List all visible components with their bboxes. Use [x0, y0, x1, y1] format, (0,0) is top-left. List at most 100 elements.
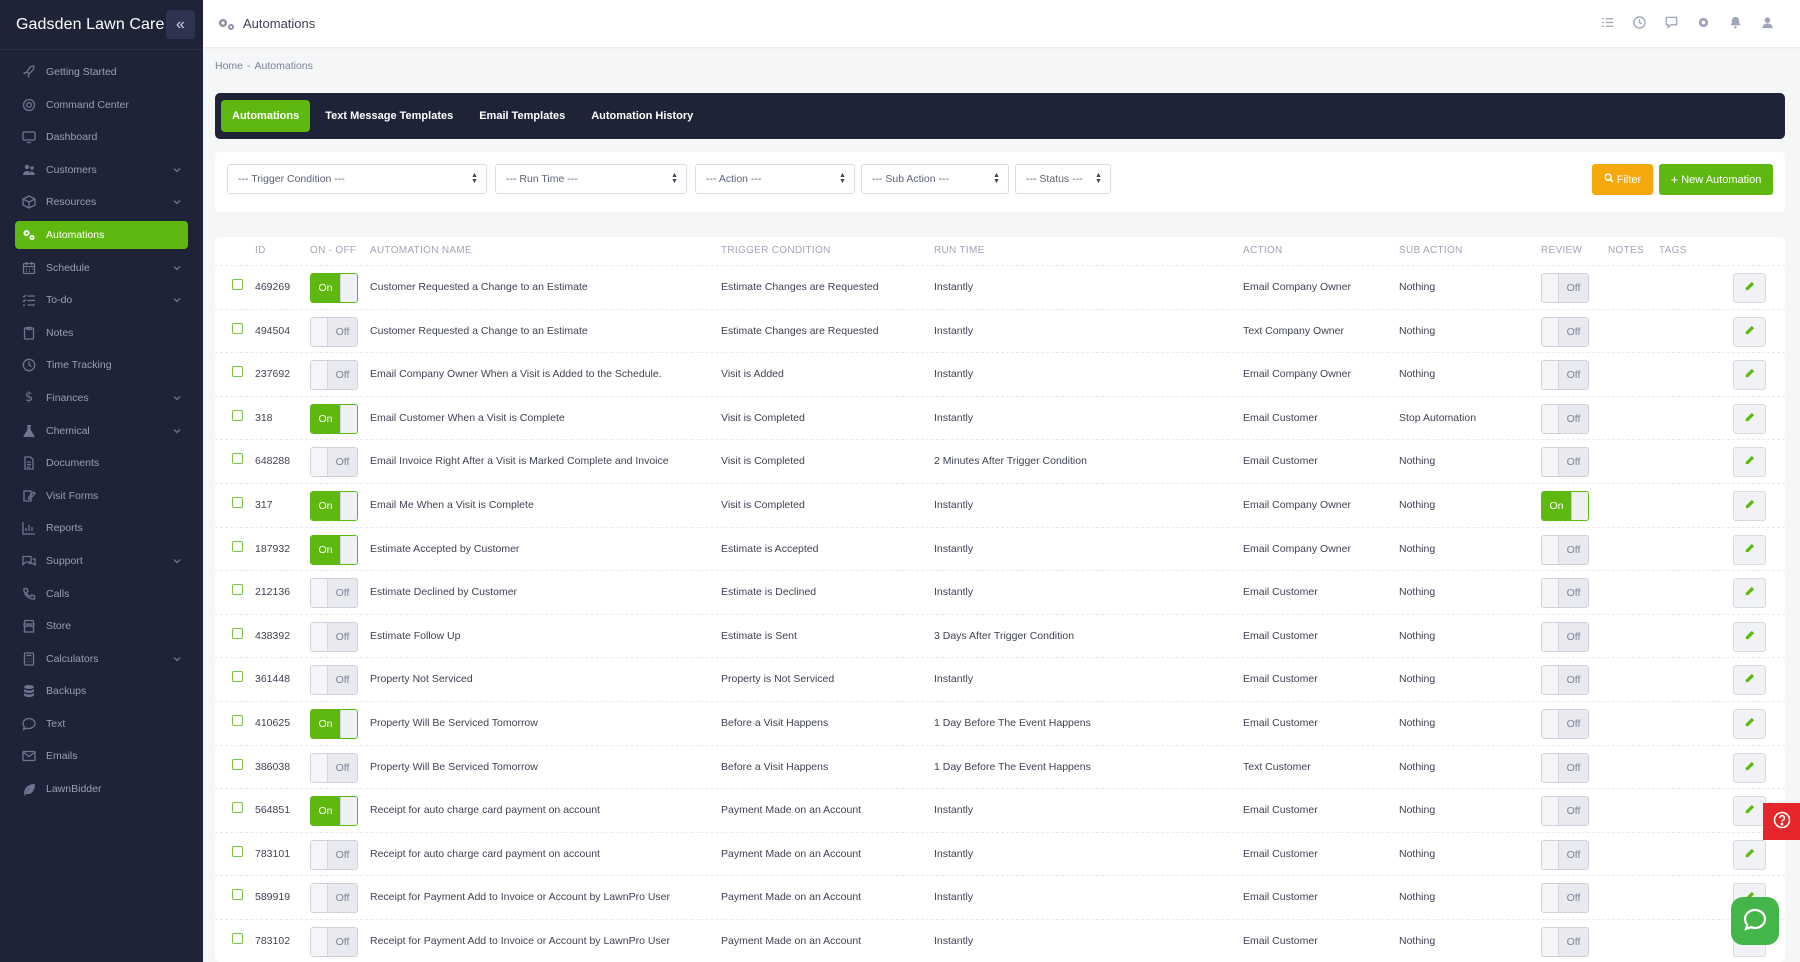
col-run-time[interactable]: RUN TIME — [934, 245, 985, 256]
sidebar-item-notes[interactable]: Notes — [15, 319, 188, 347]
on-off-toggle[interactable]: Off — [310, 665, 358, 696]
trigger-condition-select[interactable]: --- Trigger Condition --- ▲ ▼ — [227, 164, 487, 194]
sidebar-item-visit-forms[interactable]: Visit Forms — [15, 482, 188, 510]
tab-automation-history[interactable]: Automation History — [580, 100, 704, 132]
on-off-toggle[interactable]: Off — [310, 316, 358, 347]
edit-button[interactable] — [1733, 403, 1766, 434]
on-off-toggle[interactable]: Off — [310, 360, 358, 391]
col-automation-name[interactable]: AUTOMATION NAME — [370, 245, 472, 256]
review-toggle[interactable]: Off — [1541, 578, 1589, 609]
action-select[interactable]: --- Action --- ▲ ▼ — [695, 164, 855, 194]
sidebar-item-reports[interactable]: Reports — [15, 514, 188, 542]
sidebar-item-automations[interactable]: Automations — [15, 220, 188, 249]
on-off-toggle[interactable]: Off — [310, 883, 358, 914]
review-toggle[interactable]: Off — [1541, 665, 1589, 696]
row-checkbox[interactable] — [232, 409, 243, 421]
on-off-toggle[interactable]: Off — [310, 621, 358, 652]
user-icon[interactable] — [1759, 14, 1776, 31]
row-checkbox[interactable] — [232, 453, 243, 465]
review-toggle[interactable]: Off — [1541, 883, 1589, 914]
on-off-toggle[interactable]: Off — [310, 578, 358, 609]
edit-button[interactable] — [1733, 534, 1766, 565]
col-notes[interactable]: NOTES — [1608, 245, 1644, 256]
row-checkbox[interactable] — [232, 802, 243, 814]
edit-button[interactable] — [1733, 665, 1766, 696]
sidebar-item-time-tracking[interactable]: Time Tracking — [15, 351, 188, 379]
review-toggle[interactable]: Off — [1541, 708, 1589, 739]
col-id[interactable]: ID — [255, 245, 266, 256]
review-toggle[interactable]: On — [1541, 490, 1589, 521]
chat-widget-button[interactable] — [1731, 897, 1779, 945]
sidebar-item-support[interactable]: Support — [15, 547, 188, 575]
edit-button[interactable] — [1733, 490, 1766, 521]
review-toggle[interactable]: Off — [1541, 403, 1589, 434]
edit-button[interactable] — [1733, 273, 1766, 303]
col-trigger-condition[interactable]: TRIGGER CONDITION — [721, 245, 831, 256]
review-toggle[interactable]: Off — [1541, 447, 1589, 478]
row-checkbox[interactable] — [232, 932, 243, 944]
clock-icon[interactable] — [1631, 14, 1648, 31]
row-checkbox[interactable] — [232, 714, 243, 726]
tab-email-templates[interactable]: Email Templates — [468, 100, 576, 132]
sidebar-item-documents[interactable]: Documents — [15, 449, 188, 477]
row-checkbox[interactable] — [232, 322, 243, 334]
sidebar-item-command-center[interactable]: Command Center — [15, 91, 188, 119]
bell-icon[interactable] — [1727, 14, 1744, 31]
row-checkbox[interactable] — [232, 496, 243, 508]
row-checkbox[interactable] — [232, 627, 243, 639]
sidebar-item-finances[interactable]: $ Finances — [15, 384, 188, 412]
status-select[interactable]: --- Status --- ▲ ▼ — [1015, 164, 1111, 194]
review-toggle[interactable]: Off — [1541, 752, 1589, 783]
sidebar-item-text[interactable]: Text — [15, 710, 188, 738]
new-automation-button[interactable]: + New Automation — [1659, 164, 1773, 195]
on-off-toggle[interactable]: On — [310, 708, 358, 739]
gear-icon[interactable] — [1695, 14, 1712, 31]
breadcrumb-home[interactable]: Home — [215, 60, 243, 72]
sidebar-item-getting-started[interactable]: Getting Started — [15, 58, 188, 86]
tab-automations[interactable]: Automations — [221, 100, 311, 132]
col-action[interactable]: ACTION — [1243, 245, 1283, 256]
review-toggle[interactable]: Off — [1541, 534, 1589, 565]
sidebar-item-backups[interactable]: Backups — [15, 677, 188, 705]
sidebar-item-emails[interactable]: Emails — [15, 742, 188, 770]
on-off-toggle[interactable]: Off — [310, 926, 358, 957]
chat-icon[interactable] — [1663, 14, 1680, 31]
review-toggle[interactable]: Off — [1541, 796, 1589, 827]
edit-button[interactable] — [1733, 578, 1766, 609]
on-off-toggle[interactable]: Off — [310, 839, 358, 870]
edit-button[interactable] — [1733, 752, 1766, 783]
row-checkbox[interactable] — [232, 279, 243, 290]
col-on-off[interactable]: ON - OFF — [310, 245, 356, 256]
row-checkbox[interactable] — [232, 758, 243, 770]
sidebar-item-dashboard[interactable]: Dashboard — [15, 123, 188, 151]
col-sub-action[interactable]: SUB ACTION — [1399, 245, 1463, 256]
review-toggle[interactable]: Off — [1541, 926, 1589, 957]
on-off-toggle[interactable]: On — [310, 796, 358, 827]
filter-button[interactable]: Filter — [1592, 164, 1653, 195]
row-checkbox[interactable] — [232, 671, 243, 683]
edit-button[interactable] — [1733, 360, 1766, 391]
edit-button[interactable] — [1733, 316, 1766, 347]
review-toggle[interactable]: Off — [1541, 273, 1589, 303]
sidebar-item-customers[interactable]: Customers — [15, 156, 188, 184]
sidebar-item-chemical[interactable]: Chemical — [15, 417, 188, 445]
row-checkbox[interactable] — [232, 889, 243, 901]
row-checkbox[interactable] — [232, 845, 243, 857]
review-toggle[interactable]: Off — [1541, 316, 1589, 347]
sidebar-item-schedule[interactable]: Schedule — [15, 254, 188, 282]
sidebar-collapse-button[interactable]: « — [166, 10, 195, 39]
on-off-toggle[interactable]: On — [310, 403, 358, 434]
on-off-toggle[interactable]: On — [310, 534, 358, 565]
edit-button[interactable] — [1733, 796, 1766, 827]
row-checkbox[interactable] — [232, 584, 243, 596]
review-toggle[interactable]: Off — [1541, 839, 1589, 870]
review-toggle[interactable]: Off — [1541, 621, 1589, 652]
row-checkbox[interactable] — [232, 366, 243, 378]
edit-button[interactable] — [1733, 708, 1766, 739]
sidebar-item-calculators[interactable]: Calculators — [15, 645, 188, 673]
col-review[interactable]: REVIEW — [1541, 245, 1582, 256]
sidebar-item-calls[interactable]: Calls — [15, 580, 188, 608]
on-off-toggle[interactable]: Off — [310, 752, 358, 783]
edit-button[interactable] — [1733, 447, 1766, 478]
tasks-icon[interactable] — [1599, 14, 1616, 31]
